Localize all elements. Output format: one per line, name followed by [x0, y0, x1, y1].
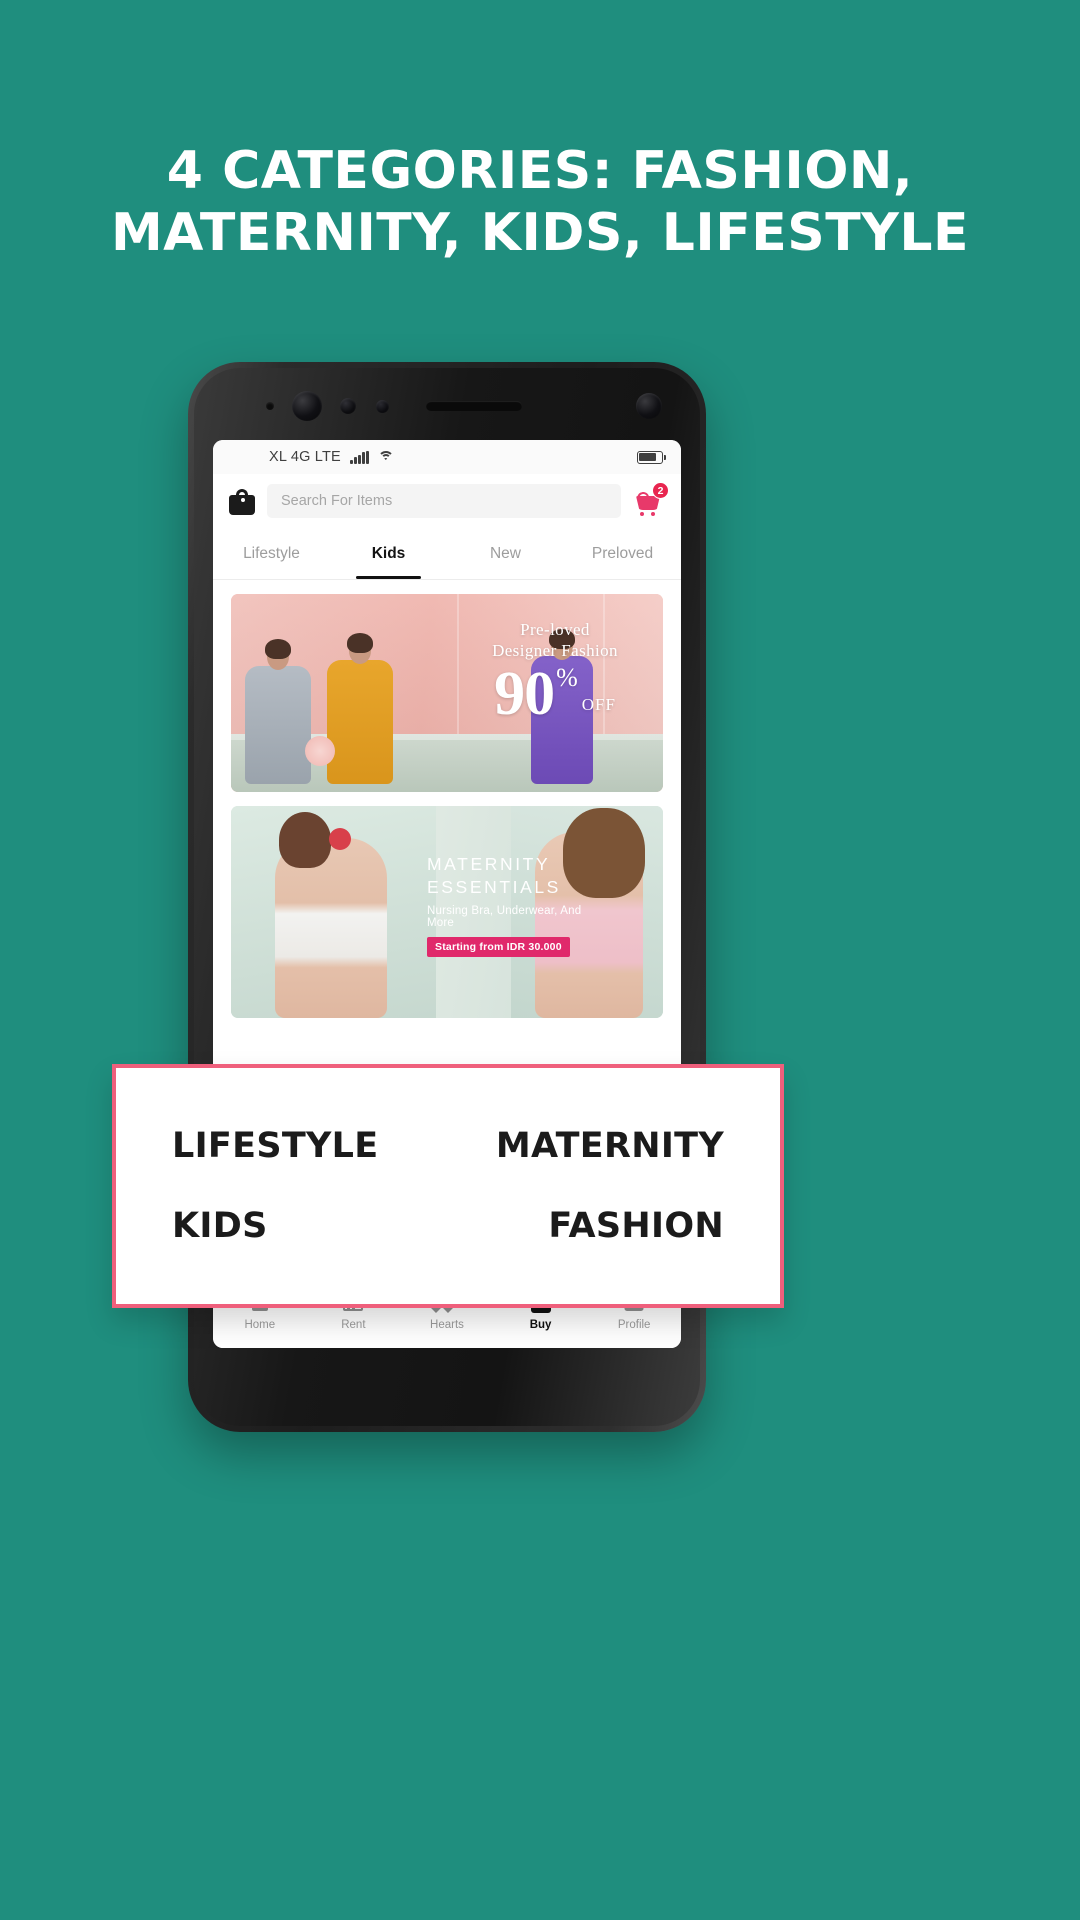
earpiece-speaker: [426, 401, 522, 411]
banner2-price-pill: Starting from IDR 30.000: [427, 937, 570, 957]
battery-icon: [637, 450, 667, 464]
banner2-title-line2: ESSENTIALS: [427, 877, 561, 897]
banner1-line1: Pre-loved: [520, 620, 590, 639]
light-sensor-icon: [376, 400, 389, 413]
banner2-apple-prop: [329, 828, 351, 850]
phone-top-sensors: [188, 372, 706, 440]
cart-button[interactable]: 2: [633, 482, 669, 517]
banner2-model-left-hair: [279, 812, 331, 868]
tab-lifestyle[interactable]: Lifestyle: [213, 528, 330, 579]
signal-bars-icon: [349, 450, 369, 464]
banner2-text: MATERNITY ESSENTIALS Nursing Bra, Underw…: [427, 854, 597, 957]
nav-label-home: Home: [244, 1319, 276, 1331]
front-camera-icon: [292, 391, 322, 421]
banner1-off-label: OFF: [581, 695, 616, 714]
banner1-model: [327, 633, 393, 784]
tab-kids[interactable]: Kids: [330, 528, 447, 579]
proximity-sensor-icon: [340, 398, 356, 414]
banner1-text: Pre-loved Designer Fashion 90 % OFF: [455, 620, 655, 725]
banner2-subtitle: Nursing Bra, Underwear, And More: [427, 905, 582, 929]
banner1-percent-sign: %: [556, 663, 578, 692]
promo-headline-line2: MATERNITY, KIDS, LIFESTYLE: [110, 203, 970, 263]
search-input[interactable]: [281, 493, 607, 509]
status-bar-right: [637, 450, 667, 464]
shopping-bag-icon[interactable]: [229, 487, 255, 515]
secondary-camera-icon: [636, 393, 662, 419]
cart-badge: 2: [652, 482, 669, 499]
banner2-title-line1: MATERNITY: [427, 854, 551, 874]
carrier-label: XL 4G LTE: [269, 449, 341, 465]
promo-headline-line1: 4 CATEGORIES: FASHION,: [166, 141, 914, 201]
category-fashion[interactable]: FASHION: [448, 1206, 724, 1246]
nav-label-hearts: Hearts: [430, 1319, 464, 1331]
search-input-wrapper[interactable]: [267, 484, 621, 518]
categories-row-1: LIFESTYLE MATERNITY: [172, 1106, 724, 1186]
nav-label-buy: Buy: [529, 1319, 552, 1331]
maternity-essentials-banner[interactable]: MATERNITY ESSENTIALS Nursing Bra, Underw…: [231, 806, 663, 1018]
nav-label-rent: Rent: [341, 1319, 366, 1331]
promo-headline: 4 CATEGORIES: FASHION, MATERNITY, KIDS, …: [0, 140, 1080, 264]
status-bar: XL 4G LTE: [213, 440, 681, 474]
banner1-discount-number: 90: [494, 660, 555, 728]
category-lifestyle[interactable]: LIFESTYLE: [172, 1126, 448, 1166]
categories-row-2: KIDS FASHION: [172, 1186, 724, 1266]
preloved-designer-fashion-banner[interactable]: Pre-loved Designer Fashion 90 % OFF: [231, 594, 663, 792]
tab-new[interactable]: New: [447, 528, 564, 579]
banner-list: Pre-loved Designer Fashion 90 % OFF MATE…: [213, 580, 681, 1018]
status-bar-left: XL 4G LTE: [269, 449, 394, 465]
banner1-flower: [305, 736, 335, 766]
banner1-model: [245, 639, 311, 784]
nav-label-profile: Profile: [617, 1319, 651, 1331]
categories-overlay-card: LIFESTYLE MATERNITY KIDS FASHION: [112, 1064, 784, 1308]
category-kids[interactable]: KIDS: [172, 1206, 448, 1246]
sensor-dot-icon: [266, 402, 274, 410]
category-tabs: Lifestyle Kids New Preloved: [213, 528, 681, 580]
category-maternity[interactable]: MATERNITY: [448, 1126, 724, 1166]
tab-preloved[interactable]: Preloved: [564, 528, 681, 579]
app-header: 2: [213, 474, 681, 528]
banner1-line2: Designer Fashion: [492, 641, 618, 660]
wifi-icon: [377, 450, 394, 464]
